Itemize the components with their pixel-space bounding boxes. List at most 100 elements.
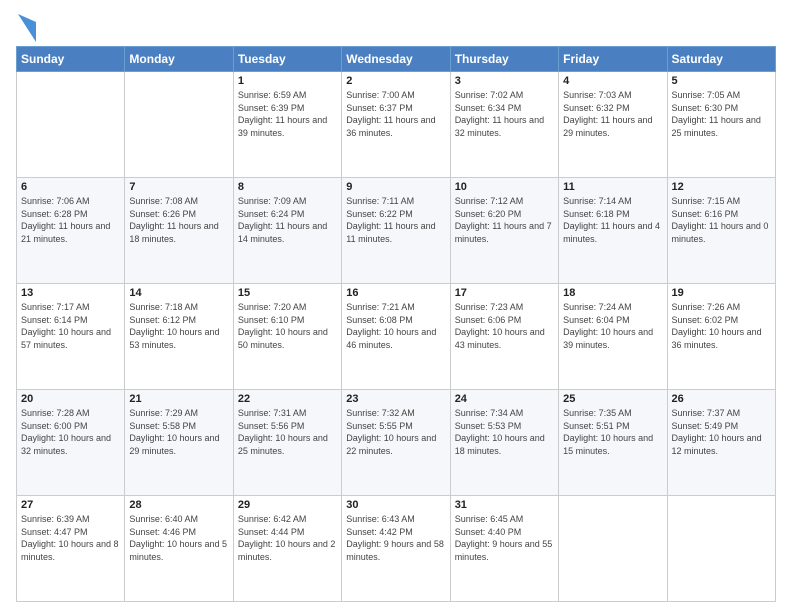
- day-number: 2: [346, 75, 445, 87]
- day-number: 7: [129, 181, 228, 193]
- day-number: 24: [455, 393, 554, 405]
- calendar-cell: 7 Sunrise: 7:08 AM Sunset: 6:26 PM Daylig…: [125, 178, 233, 284]
- calendar-cell: 21 Sunrise: 7:29 AM Sunset: 5:58 PM Dayli…: [125, 390, 233, 496]
- calendar-cell: 9Sunrise: 7:11 AM Sunset: 6:22 PM Daylig…: [342, 178, 450, 284]
- day-info: Sunrise: 7:20 AM Sunset: 6:10 PM Dayligh…: [238, 301, 337, 351]
- calendar-cell: [17, 72, 125, 178]
- day-info: Sunrise: 7:06 AM Sunset: 6:28 PM Dayligh…: [21, 195, 120, 245]
- calendar-cell: 4 Sunrise: 7:03 AM Sunset: 6:32 PM Daylig…: [559, 72, 667, 178]
- calendar-cell: 10 Sunrise: 7:12 AM Sunset: 6:20 PM Dayli…: [450, 178, 558, 284]
- day-info: Sunrise: 6:39 AM Sunset: 4:47 PM Dayligh…: [21, 513, 120, 563]
- calendar-cell: 19Sunrise: 7:26 AM Sunset: 6:02 PM Dayli…: [667, 284, 775, 390]
- calendar-cell: 12 Sunrise: 7:15 AM Sunset: 6:16 PM Dayli…: [667, 178, 775, 284]
- day-number: 14: [129, 287, 228, 299]
- day-number: 29: [238, 499, 337, 511]
- day-info: Sunrise: 7:02 AM Sunset: 6:34 PM Dayligh…: [455, 89, 554, 139]
- day-number: 27: [21, 499, 120, 511]
- day-number: 21: [129, 393, 228, 405]
- calendar-cell: 31Sunrise: 6:45 AM Sunset: 4:40 PM Dayli…: [450, 496, 558, 602]
- calendar-cell: [667, 496, 775, 602]
- day-info: Sunrise: 7:17 AM Sunset: 6:14 PM Dayligh…: [21, 301, 120, 351]
- day-number: 12: [672, 181, 771, 193]
- day-number: 10: [455, 181, 554, 193]
- calendar-cell: 28 Sunrise: 6:40 AM Sunset: 4:46 PM Dayli…: [125, 496, 233, 602]
- day-info: Sunrise: 6:42 AM Sunset: 4:44 PM Dayligh…: [238, 513, 337, 563]
- day-number: 20: [21, 393, 120, 405]
- day-number: 9: [346, 181, 445, 193]
- day-info: Sunrise: 7:35 AM Sunset: 5:51 PM Dayligh…: [563, 407, 662, 457]
- calendar-day-header: Sunday: [17, 47, 125, 72]
- calendar-cell: 24 Sunrise: 7:34 AM Sunset: 5:53 PM Dayli…: [450, 390, 558, 496]
- day-number: 8: [238, 181, 337, 193]
- day-number: 4: [563, 75, 662, 87]
- day-number: 17: [455, 287, 554, 299]
- page: SundayMondayTuesdayWednesdayThursdayFrid…: [0, 0, 792, 612]
- calendar-week-row: 1 Sunrise: 6:59 AM Sunset: 6:39 PM Daylig…: [17, 72, 776, 178]
- day-number: 23: [346, 393, 445, 405]
- calendar-day-header: Thursday: [450, 47, 558, 72]
- day-number: 18: [563, 287, 662, 299]
- day-info: Sunrise: 7:18 AM Sunset: 6:12 PM Dayligh…: [129, 301, 228, 351]
- calendar-cell: 18 Sunrise: 7:24 AM Sunset: 6:04 PM Dayli…: [559, 284, 667, 390]
- day-number: 3: [455, 75, 554, 87]
- calendar-cell: 6 Sunrise: 7:06 AM Sunset: 6:28 PM Daylig…: [17, 178, 125, 284]
- day-info: Sunrise: 7:08 AM Sunset: 6:26 PM Dayligh…: [129, 195, 228, 245]
- calendar-cell: 17 Sunrise: 7:23 AM Sunset: 6:06 PM Dayli…: [450, 284, 558, 390]
- day-info: Sunrise: 7:23 AM Sunset: 6:06 PM Dayligh…: [455, 301, 554, 351]
- day-number: 1: [238, 75, 337, 87]
- day-info: Sunrise: 6:59 AM Sunset: 6:39 PM Dayligh…: [238, 89, 337, 139]
- logo: [16, 14, 36, 42]
- day-info: Sunrise: 7:15 AM Sunset: 6:16 PM Dayligh…: [672, 195, 771, 245]
- day-info: Sunrise: 7:32 AM Sunset: 5:55 PM Dayligh…: [346, 407, 445, 457]
- day-number: 15: [238, 287, 337, 299]
- day-info: Sunrise: 7:05 AM Sunset: 6:30 PM Dayligh…: [672, 89, 771, 139]
- day-info: Sunrise: 7:03 AM Sunset: 6:32 PM Dayligh…: [563, 89, 662, 139]
- day-info: Sunrise: 7:24 AM Sunset: 6:04 PM Dayligh…: [563, 301, 662, 351]
- day-info: Sunrise: 7:12 AM Sunset: 6:20 PM Dayligh…: [455, 195, 554, 245]
- calendar-cell: 20 Sunrise: 7:28 AM Sunset: 6:00 PM Dayli…: [17, 390, 125, 496]
- day-info: Sunrise: 7:14 AM Sunset: 6:18 PM Dayligh…: [563, 195, 662, 245]
- calendar-day-header: Saturday: [667, 47, 775, 72]
- day-number: 25: [563, 393, 662, 405]
- day-number: 16: [346, 287, 445, 299]
- calendar-day-header: Wednesday: [342, 47, 450, 72]
- header: [16, 10, 776, 42]
- day-info: Sunrise: 7:21 AM Sunset: 6:08 PM Dayligh…: [346, 301, 445, 351]
- day-info: Sunrise: 7:29 AM Sunset: 5:58 PM Dayligh…: [129, 407, 228, 457]
- day-info: Sunrise: 6:40 AM Sunset: 4:46 PM Dayligh…: [129, 513, 228, 563]
- calendar-day-header: Tuesday: [233, 47, 341, 72]
- day-info: Sunrise: 7:34 AM Sunset: 5:53 PM Dayligh…: [455, 407, 554, 457]
- calendar-cell: 30 Sunrise: 6:43 AM Sunset: 4:42 PM Dayli…: [342, 496, 450, 602]
- logo-icon: [18, 14, 36, 42]
- day-number: 22: [238, 393, 337, 405]
- calendar-week-row: 13Sunrise: 7:17 AM Sunset: 6:14 PM Dayli…: [17, 284, 776, 390]
- calendar-cell: [125, 72, 233, 178]
- day-info: Sunrise: 7:09 AM Sunset: 6:24 PM Dayligh…: [238, 195, 337, 245]
- day-info: Sunrise: 7:28 AM Sunset: 6:00 PM Dayligh…: [21, 407, 120, 457]
- calendar-cell: 13Sunrise: 7:17 AM Sunset: 6:14 PM Dayli…: [17, 284, 125, 390]
- day-info: Sunrise: 7:26 AM Sunset: 6:02 PM Dayligh…: [672, 301, 771, 351]
- calendar-cell: 3 Sunrise: 7:02 AM Sunset: 6:34 PM Daylig…: [450, 72, 558, 178]
- calendar-cell: 29 Sunrise: 6:42 AM Sunset: 4:44 PM Dayli…: [233, 496, 341, 602]
- calendar-cell: 8 Sunrise: 7:09 AM Sunset: 6:24 PM Daylig…: [233, 178, 341, 284]
- day-number: 6: [21, 181, 120, 193]
- calendar-cell: 26Sunrise: 7:37 AM Sunset: 5:49 PM Dayli…: [667, 390, 775, 496]
- day-number: 30: [346, 499, 445, 511]
- calendar-cell: 1 Sunrise: 6:59 AM Sunset: 6:39 PM Daylig…: [233, 72, 341, 178]
- calendar-week-row: 27 Sunrise: 6:39 AM Sunset: 4:47 PM Dayli…: [17, 496, 776, 602]
- calendar-cell: 23 Sunrise: 7:32 AM Sunset: 5:55 PM Dayli…: [342, 390, 450, 496]
- day-info: Sunrise: 6:45 AM Sunset: 4:40 PM Dayligh…: [455, 513, 554, 563]
- calendar-cell: 15 Sunrise: 7:20 AM Sunset: 6:10 PM Dayli…: [233, 284, 341, 390]
- day-info: Sunrise: 7:31 AM Sunset: 5:56 PM Dayligh…: [238, 407, 337, 457]
- day-info: Sunrise: 6:43 AM Sunset: 4:42 PM Dayligh…: [346, 513, 445, 563]
- calendar-cell: 5Sunrise: 7:05 AM Sunset: 6:30 PM Daylig…: [667, 72, 775, 178]
- calendar-cell: 27 Sunrise: 6:39 AM Sunset: 4:47 PM Dayli…: [17, 496, 125, 602]
- calendar-table: SundayMondayTuesdayWednesdayThursdayFrid…: [16, 46, 776, 602]
- calendar-cell: 16 Sunrise: 7:21 AM Sunset: 6:08 PM Dayli…: [342, 284, 450, 390]
- day-info: Sunrise: 7:00 AM Sunset: 6:37 PM Dayligh…: [346, 89, 445, 139]
- day-number: 28: [129, 499, 228, 511]
- calendar-week-row: 6 Sunrise: 7:06 AM Sunset: 6:28 PM Daylig…: [17, 178, 776, 284]
- calendar-header-row: SundayMondayTuesdayWednesdayThursdayFrid…: [17, 47, 776, 72]
- calendar-cell: 25 Sunrise: 7:35 AM Sunset: 5:51 PM Dayli…: [559, 390, 667, 496]
- calendar-cell: 2 Sunrise: 7:00 AM Sunset: 6:37 PM Daylig…: [342, 72, 450, 178]
